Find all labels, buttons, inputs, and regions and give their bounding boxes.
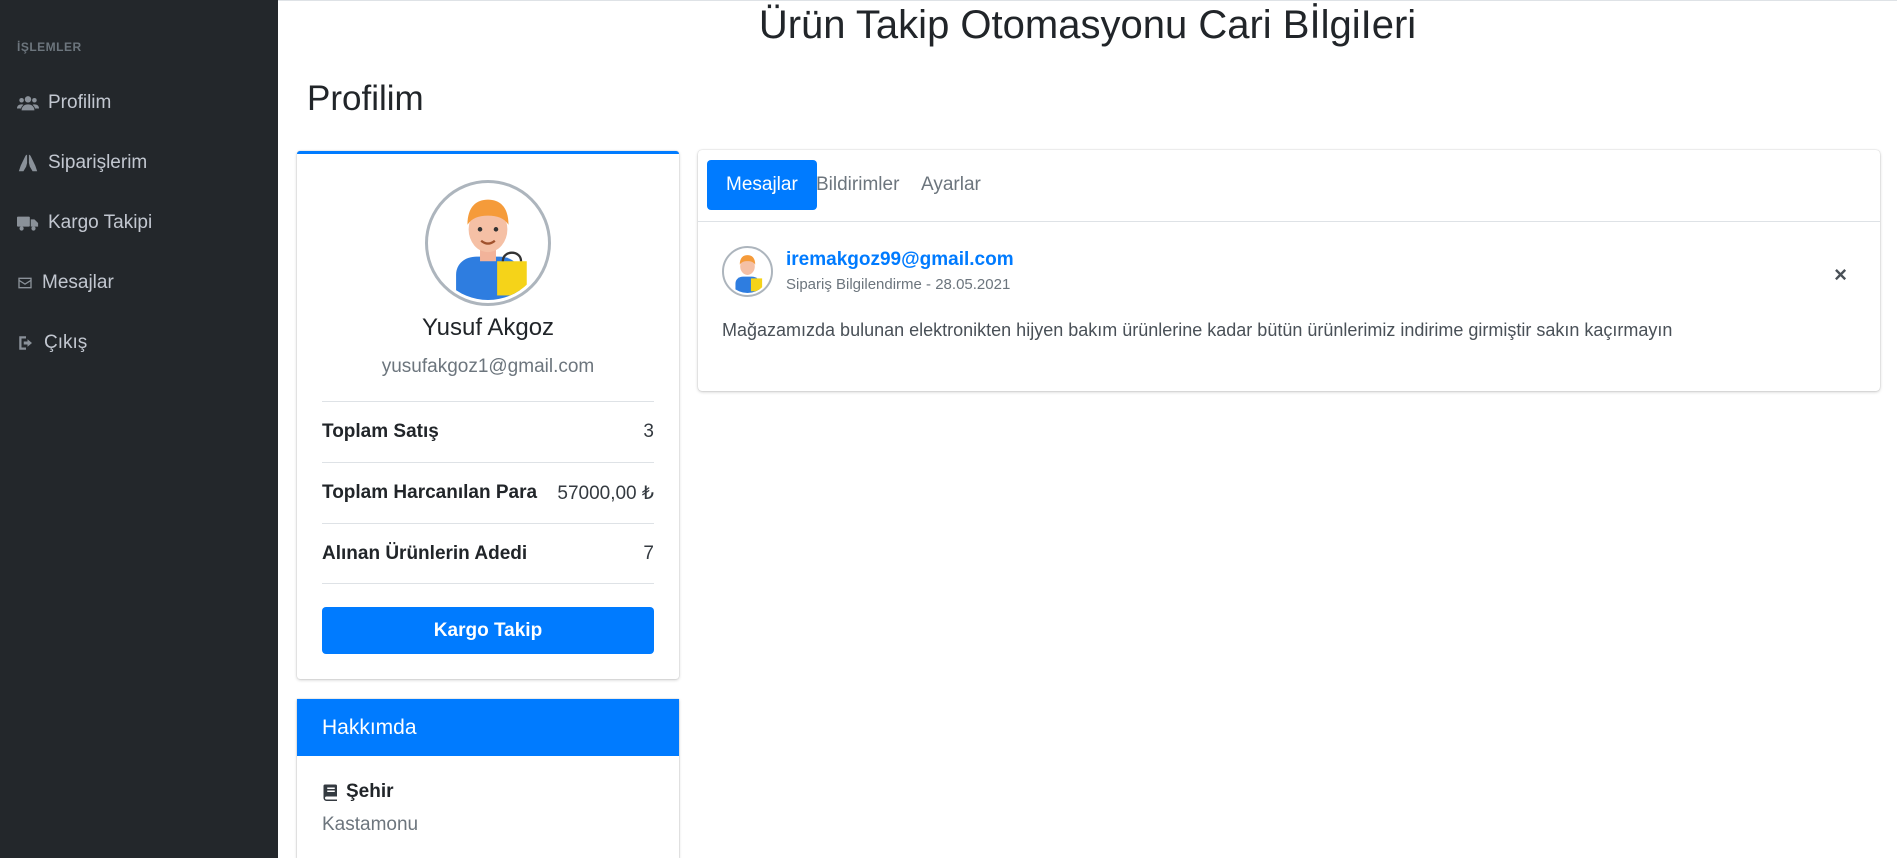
sidebar-header: İŞLEMLER <box>17 40 82 54</box>
profile-email: yusufakgoz1@gmail.com <box>381 356 595 377</box>
stat-label: Toplam Harcanılan Para <box>322 482 538 503</box>
stat-row-toplam-satis: Toplam Satış 3 <box>322 401 654 462</box>
hands-icon <box>18 154 38 172</box>
stat-label: Toplam Satış <box>322 421 439 442</box>
sidebar-item-label: Siparişlerim <box>48 152 148 173</box>
about-header: Hakkımda <box>297 699 679 756</box>
sidebar-item-kargo-takipi[interactable]: Kargo Takipi <box>17 208 152 238</box>
sign-out-icon <box>19 336 32 350</box>
section-title: Profilim <box>307 79 424 118</box>
sidebar-item-mesajlar[interactable]: Mesajlar <box>17 268 114 298</box>
sidebar: İŞLEMLER Profilim Siparişlerim Kargo Tak… <box>0 0 278 858</box>
sidebar-item-cikis[interactable]: Çıkış <box>17 328 87 358</box>
stat-row-alinan-urunler: Alınan Ürünlerin Adedi 7 <box>322 523 654 584</box>
book-icon <box>323 784 337 801</box>
stat-label: Alınan Ürünlerin Adedi <box>322 542 528 564</box>
message-meta: Sipariş Bilgilendirme - 28.05.2021 <box>786 276 1011 293</box>
about-item-title-text: Şehir <box>346 781 394 802</box>
stat-list: Toplam Satış 3 Toplam Harcanılan Para 57… <box>322 401 654 584</box>
stat-value: 7 <box>643 542 654 564</box>
avatar <box>425 180 551 306</box>
sender-avatar-image <box>726 250 769 293</box>
message-avatar <box>722 246 773 297</box>
sidebar-item-label: Çıkış <box>44 332 88 353</box>
envelope-icon <box>18 277 32 289</box>
sidebar-item-label: Profilim <box>48 92 112 113</box>
tab-bildirimler[interactable]: Bildirimler <box>797 160 918 210</box>
stat-row-toplam-harcanilan-para: Toplam Harcanılan Para 57000,00 ₺ <box>322 462 654 523</box>
about-card: Hakkımda Şehir Kastamonu <box>297 699 679 858</box>
message-sender[interactable]: iremakgoz99@gmail.com <box>786 249 1014 271</box>
sidebar-item-label: Kargo Takipi <box>48 212 153 233</box>
stat-value: 3 <box>643 421 654 442</box>
truck-icon <box>17 216 39 231</box>
stat-value: 57000,00 ₺ <box>557 482 654 504</box>
close-icon[interactable]: × <box>1834 264 1847 286</box>
sidebar-item-profilim[interactable]: Profilim <box>17 88 111 118</box>
tabs: Mesajlar Bildirimler Ayarlar <box>698 150 1880 222</box>
page-heading: Ürün Takip Otomasyonu Cari BİlgiIeri <box>758 3 1417 47</box>
messages-card: Mesajlar Bildirimler Ayarlar iremakgoz99… <box>698 150 1880 391</box>
users-icon <box>17 96 39 111</box>
about-item-title: Şehir <box>322 781 394 803</box>
tab-ayarlar[interactable]: Ayarlar <box>902 160 1000 210</box>
message-body: Mağazamızda bulunan elektronikten hijyen… <box>722 320 1673 340</box>
profile-name: Yusuf Akgoz <box>421 314 555 341</box>
kargo-takip-button[interactable]: Kargo Takip <box>322 607 654 654</box>
sidebar-item-siparislerim[interactable]: Siparişlerim <box>17 148 147 178</box>
sidebar-item-label: Mesajlar <box>42 272 114 293</box>
user-avatar-image <box>431 186 545 300</box>
about-item-value: Kastamonu <box>322 814 419 835</box>
main-content: Ürün Takip Otomasyonu Cari BİlgiIeri Pro… <box>278 0 1897 858</box>
profile-card: Yusuf Akgoz yusufakgoz1@gmail.com Toplam… <box>297 151 679 679</box>
